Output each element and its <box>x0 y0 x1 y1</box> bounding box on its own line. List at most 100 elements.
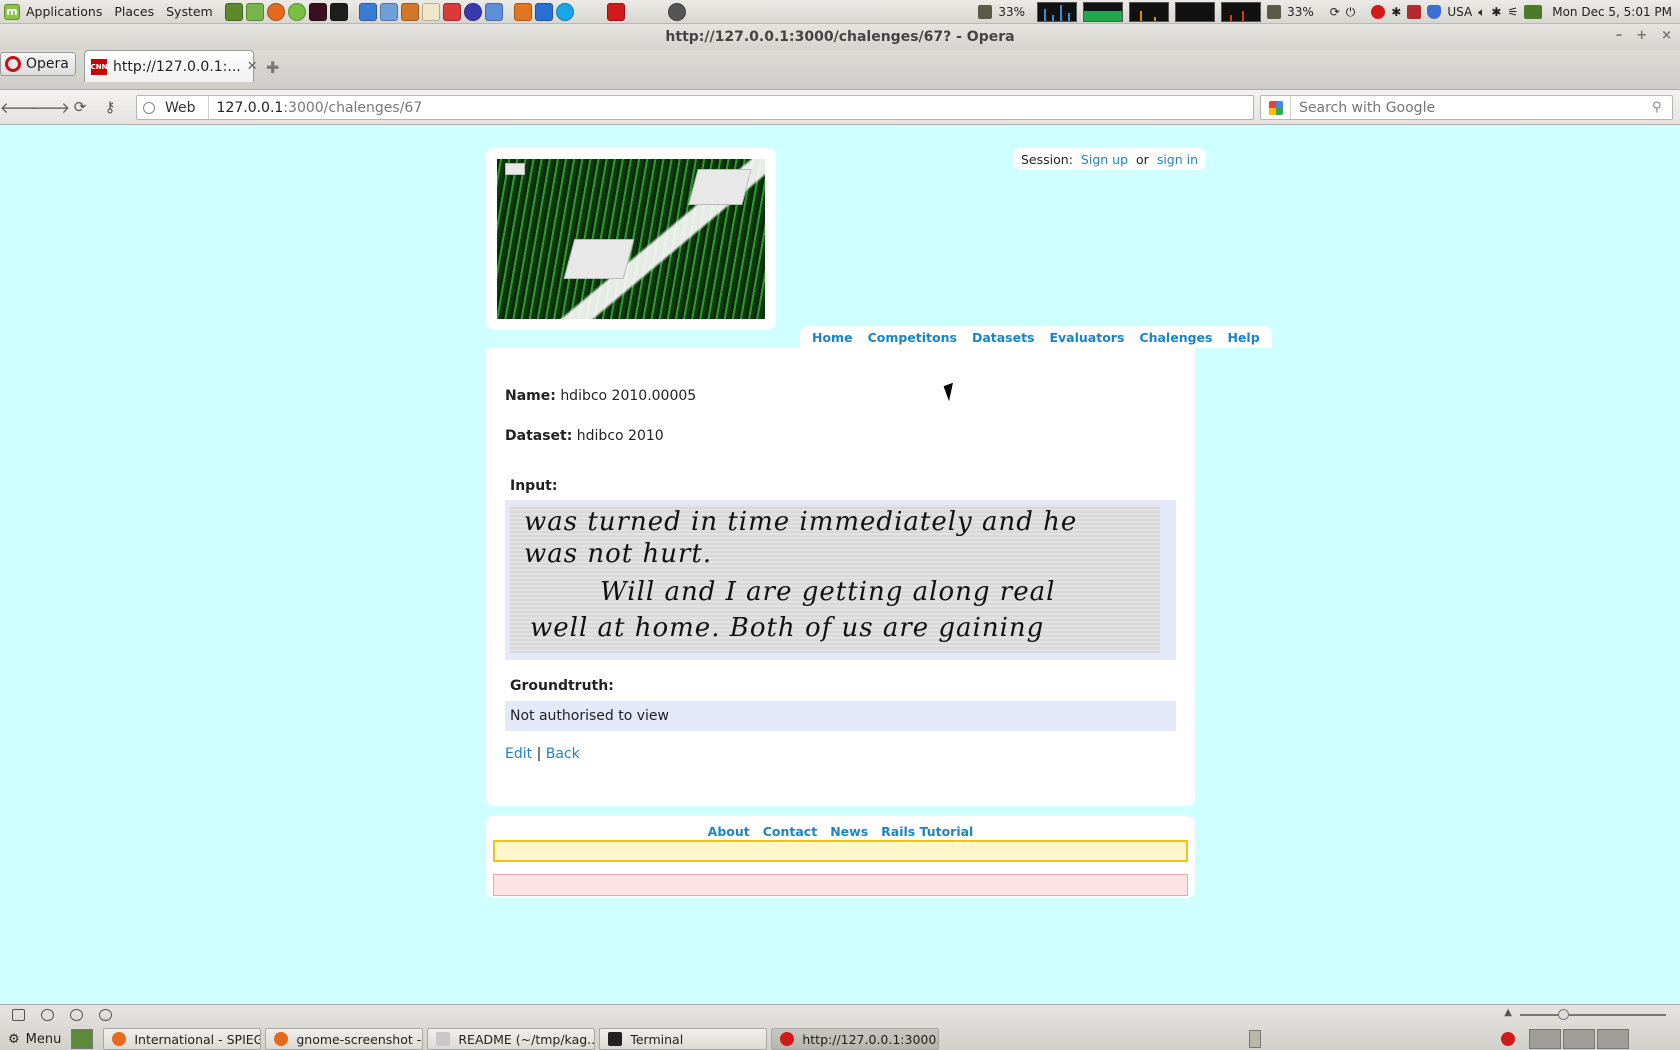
camera-launcher-icon[interactable] <box>667 2 686 21</box>
name-value: hdibco 2010.00005 <box>560 388 697 404</box>
task-screenshot[interactable]: gnome-screenshot - ... <box>265 1028 424 1050</box>
bluetooth-icon[interactable]: ✱ <box>1391 5 1401 19</box>
close-window-icon[interactable]: × <box>1661 28 1672 43</box>
eclipse-launcher-icon[interactable] <box>463 2 482 21</box>
firefox-launcher-icon[interactable] <box>266 2 285 21</box>
mint-logo-icon[interactable]: m <box>4 3 20 20</box>
refresh-icon[interactable]: ⟳ <box>1330 5 1340 19</box>
nav-datasets[interactable]: Datasets <box>972 330 1035 345</box>
task-terminal[interactable]: Terminal <box>599 1028 768 1050</box>
task-label: Terminal <box>630 1031 684 1047</box>
opera-tray-icon[interactable] <box>1371 5 1386 19</box>
share-icon[interactable] <box>70 1009 83 1021</box>
trash-icon[interactable] <box>1249 1030 1262 1048</box>
workspace-1[interactable] <box>1529 1029 1562 1049</box>
zoom-slider-knob[interactable] <box>1558 1009 1569 1020</box>
edit-link[interactable]: Edit <box>505 746 532 762</box>
sign-in-link[interactable]: sign in <box>1157 152 1198 167</box>
footer-links: About Contact News Rails Tutorial <box>486 824 1195 839</box>
applications-menu[interactable]: Applications <box>20 4 108 19</box>
task-label: http://127.0.0.1:3000... <box>802 1031 940 1047</box>
task-opera[interactable]: http://127.0.0.1:3000... <box>771 1028 940 1050</box>
maximize-icon[interactable]: + <box>1636 28 1647 43</box>
opera-tray-icon[interactable] <box>1501 1032 1516 1046</box>
tab-close-icon[interactable]: ✕ <box>247 59 258 74</box>
search-box[interactable]: ⚲ <box>1260 95 1673 120</box>
search-engine-selector[interactable] <box>1261 96 1291 119</box>
tab-bar: Opera CNN http://127.0.0.1:... ✕ ✚ <box>0 50 1680 90</box>
site-info-button[interactable]: Web <box>137 96 209 119</box>
matlab-launcher-icon[interactable] <box>513 2 532 21</box>
task-readme[interactable]: README (~/tmp/kag... <box>427 1028 596 1050</box>
editor-launcher-icon[interactable] <box>421 2 440 21</box>
nav-help[interactable]: Help <box>1227 330 1259 345</box>
bird-launcher-icon[interactable] <box>534 2 553 21</box>
search-launcher-icon[interactable] <box>287 2 306 21</box>
task-label: gnome-screenshot - ... <box>296 1031 424 1047</box>
update-launcher-icon[interactable] <box>245 2 264 21</box>
opera-menu-button[interactable]: Opera <box>0 52 76 76</box>
places-menu[interactable]: Places <box>108 4 160 19</box>
speed-icon[interactable] <box>99 1009 112 1021</box>
network-icon[interactable]: ⚟ <box>1507 5 1518 19</box>
page-viewport: Session: Sign up or sign in Home Competi… <box>0 126 1680 1004</box>
footer-contact-link[interactable]: Contact <box>763 824 817 839</box>
nvidia-launcher-icon[interactable] <box>224 2 243 21</box>
system-menu[interactable]: System <box>160 4 219 19</box>
battery-percent: 33% <box>998 5 1026 19</box>
nav-evaluators[interactable]: Evaluators <box>1050 330 1125 345</box>
opera-launcher-icon[interactable] <box>606 2 625 21</box>
zoom-slider[interactable] <box>1520 1009 1666 1020</box>
bottom-panel-applets: ▲ <box>0 1005 1680 1025</box>
panel-up-arrow-icon[interactable]: ▲ <box>1504 1007 1512 1018</box>
cloud-icon[interactable] <box>41 1009 54 1021</box>
new-tab-icon[interactable]: ✚ <box>266 58 279 77</box>
nav-competitons[interactable]: Competitons <box>868 330 957 345</box>
address-url[interactable]: 127.0.0.1:3000/chalenges/67 <box>209 100 423 116</box>
workspace-2[interactable] <box>1563 1029 1596 1049</box>
menu-button[interactable]: ⚙ Menu <box>0 1032 69 1047</box>
firefox-icon <box>112 1032 127 1046</box>
workspace-3[interactable] <box>1597 1029 1630 1049</box>
terminal-task-icon[interactable] <box>71 1029 94 1049</box>
address-web-label: Web <box>165 99 196 116</box>
nav-chalenges[interactable]: Chalenges <box>1139 330 1212 345</box>
network-launcher-icon[interactable] <box>379 2 398 21</box>
terminal-launcher-icon[interactable] <box>308 2 327 21</box>
clock[interactable]: Mon Dec 5, 5:01 PM <box>1552 5 1672 19</box>
show-desktop-icon[interactable] <box>12 1009 25 1021</box>
sign-up-link[interactable]: Sign up <box>1081 152 1128 167</box>
network-graph <box>1129 2 1170 22</box>
power-icon[interactable]: ⏻ <box>1346 5 1356 20</box>
battery-icon <box>1267 5 1282 19</box>
app-tray-icon[interactable] <box>1407 5 1422 19</box>
skype-launcher-icon[interactable] <box>555 2 574 21</box>
footer-about-link[interactable]: About <box>708 824 750 839</box>
keyboard-layout[interactable]: USA <box>1447 5 1472 19</box>
handwriting-image: was turned in time immediately and he wa… <box>510 505 1160 653</box>
vlc-launcher-icon[interactable] <box>400 2 419 21</box>
minimize-icon[interactable]: – <box>1616 28 1623 43</box>
settings-launcher-icon[interactable] <box>358 2 377 21</box>
shield-icon[interactable] <box>1427 5 1442 19</box>
bluetooth-icon-2[interactable]: ✱ <box>1491 5 1501 19</box>
volume-icon[interactable]: 🔈︎ <box>1478 5 1485 20</box>
search-input[interactable] <box>1291 99 1652 116</box>
tab-active[interactable]: CNN http://127.0.0.1:... ✕ <box>84 50 258 82</box>
forward-arrow-icon[interactable]: 🡒 <box>30 95 70 119</box>
task-firefox[interactable]: International - SPIEGE... <box>103 1028 262 1050</box>
search-icon[interactable]: ⚲ <box>1652 100 1672 115</box>
nav-home[interactable]: Home <box>812 330 853 345</box>
back-arrow-icon[interactable]: 🡐 <box>0 95 40 119</box>
console-launcher-icon[interactable] <box>329 2 348 21</box>
battery-tray-icon[interactable] <box>1524 5 1543 19</box>
back-link[interactable]: Back <box>546 746 580 762</box>
footer-rails-tutorial-link[interactable]: Rails Tutorial <box>881 824 973 839</box>
address-bar[interactable]: Web 127.0.0.1:3000/chalenges/67 <box>136 95 1254 120</box>
cube-launcher-icon[interactable] <box>484 2 503 21</box>
footer-news-link[interactable]: News <box>830 824 868 839</box>
reload-icon[interactable]: ⟳ <box>68 95 92 119</box>
gear-launcher-icon[interactable] <box>442 2 461 21</box>
key-icon[interactable]: ⚷ <box>98 95 122 119</box>
gnome-top-panel: m Applications Places System 33% 33% ⟳ ⏻… <box>0 0 1680 24</box>
